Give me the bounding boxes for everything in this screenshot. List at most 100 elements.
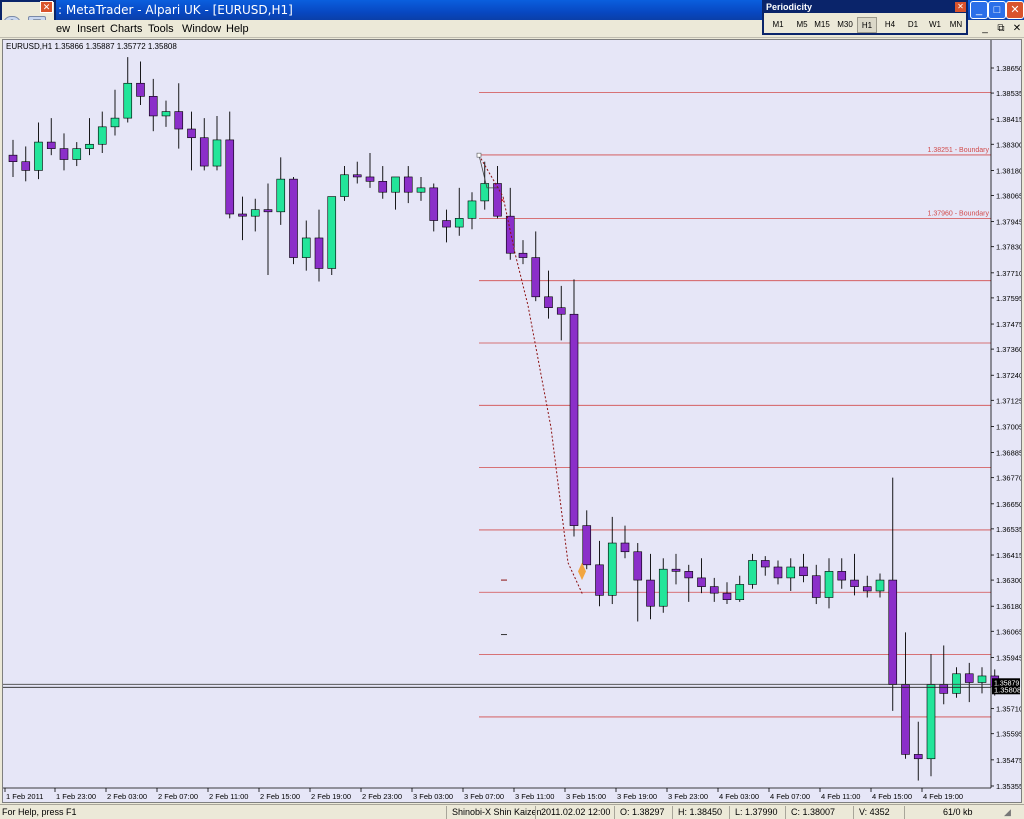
- bear-candle[interactable]: [544, 296, 553, 308]
- bull-candle[interactable]: [212, 139, 222, 167]
- bull-candle[interactable]: [952, 673, 961, 694]
- bull-candle[interactable]: [480, 183, 490, 202]
- bull-candle[interactable]: [926, 684, 936, 760]
- resize-grip-icon[interactable]: ◢: [1004, 807, 1011, 818]
- menu-charts[interactable]: Charts: [110, 23, 142, 35]
- chart-restore-icon[interactable]: ⧉: [994, 22, 1008, 36]
- chart-window[interactable]: EURUSD,H1 1.35866 1.35887 1.35772 1.3580…: [2, 39, 1022, 803]
- bear-candle[interactable]: [773, 566, 783, 579]
- bear-candle[interactable]: [799, 566, 808, 577]
- bear-candle[interactable]: [238, 213, 247, 217]
- menu-help[interactable]: Help: [226, 23, 249, 35]
- chart-minimize-icon[interactable]: _: [978, 22, 992, 36]
- bull-candle[interactable]: [161, 111, 171, 117]
- bear-candle[interactable]: [684, 571, 694, 579]
- bear-candle[interactable]: [582, 525, 592, 566]
- chart-close-icon[interactable]: ✕: [1010, 22, 1024, 36]
- close-button[interactable]: ✕: [1006, 1, 1024, 19]
- bear-candle[interactable]: [403, 176, 413, 193]
- bull-candle[interactable]: [340, 174, 349, 197]
- bull-candle[interactable]: [34, 141, 43, 171]
- bull-candle[interactable]: [824, 571, 834, 598]
- period-button-m15[interactable]: M15: [811, 17, 833, 33]
- bull-candle[interactable]: [301, 237, 311, 258]
- period-button-m30[interactable]: M30: [834, 17, 856, 33]
- menu-view[interactable]: ew: [56, 23, 70, 35]
- bear-candle[interactable]: [811, 575, 821, 598]
- bull-candle[interactable]: [72, 148, 82, 160]
- bull-candle[interactable]: [97, 126, 107, 145]
- price-chart[interactable]: EURUSD,H1 1.35866 1.35887 1.35772 1.3580…: [3, 40, 1021, 802]
- bear-candle[interactable]: [620, 542, 630, 553]
- bear-candle[interactable]: [46, 141, 56, 149]
- menu-insert[interactable]: Insert: [77, 23, 105, 35]
- bear-candle[interactable]: [174, 111, 184, 130]
- bull-candle[interactable]: [977, 675, 987, 683]
- bear-candle[interactable]: [225, 139, 235, 215]
- bear-candle[interactable]: [365, 176, 375, 182]
- period-button-d1[interactable]: D1: [903, 17, 923, 33]
- bear-candle[interactable]: [429, 187, 439, 221]
- bear-candle[interactable]: [531, 257, 541, 298]
- bear-candle[interactable]: [352, 174, 362, 178]
- bear-candle[interactable]: [837, 571, 847, 581]
- menu-window[interactable]: Window: [182, 23, 221, 35]
- bear-candle[interactable]: [888, 579, 898, 685]
- bull-candle[interactable]: [748, 560, 757, 585]
- bull-candle[interactable]: [454, 218, 464, 228]
- bear-candle[interactable]: [862, 586, 872, 592]
- bear-candle[interactable]: [187, 128, 196, 139]
- bear-candle[interactable]: [671, 568, 681, 572]
- period-button-mn[interactable]: MN: [946, 17, 966, 33]
- bull-candle[interactable]: [786, 566, 796, 579]
- bull-candle[interactable]: [607, 542, 617, 596]
- bear-candle[interactable]: [850, 579, 859, 587]
- bull-candle[interactable]: [875, 579, 885, 592]
- bull-candle[interactable]: [416, 187, 426, 193]
- bull-candle[interactable]: [391, 176, 400, 193]
- peak-marker[interactable]: [476, 152, 482, 158]
- period-button-h1[interactable]: H1: [857, 17, 877, 33]
- bull-candle[interactable]: [110, 117, 120, 128]
- period-button-h4[interactable]: H4: [880, 17, 900, 33]
- bear-candle[interactable]: [314, 237, 324, 269]
- bear-candle[interactable]: [646, 579, 655, 607]
- bear-candle[interactable]: [901, 684, 910, 755]
- periodicity-close-icon[interactable]: ✕: [955, 2, 966, 12]
- bear-candle[interactable]: [722, 592, 732, 600]
- bear-candle[interactable]: [697, 577, 706, 587]
- maximize-button[interactable]: □: [988, 1, 1006, 19]
- bear-candle[interactable]: [633, 551, 643, 581]
- bull-candle[interactable]: [85, 143, 94, 149]
- bear-candle[interactable]: [59, 148, 69, 160]
- bear-candle[interactable]: [263, 209, 273, 213]
- bear-candle[interactable]: [136, 82, 145, 97]
- bull-candle[interactable]: [327, 196, 337, 269]
- bear-candle[interactable]: [939, 684, 949, 694]
- bear-candle[interactable]: [148, 96, 158, 117]
- minimize-button[interactable]: _: [970, 1, 988, 19]
- period-button-w1[interactable]: W1: [926, 17, 944, 33]
- period-button-m5[interactable]: M5: [792, 17, 812, 33]
- bull-candle[interactable]: [735, 584, 745, 600]
- bull-candle[interactable]: [123, 82, 133, 119]
- bear-candle[interactable]: [913, 754, 923, 760]
- bear-candle[interactable]: [8, 154, 18, 162]
- bear-candle[interactable]: [709, 586, 719, 594]
- bear-candle[interactable]: [505, 215, 515, 254]
- bull-candle[interactable]: [467, 200, 477, 219]
- bear-candle[interactable]: [964, 673, 974, 683]
- bear-candle[interactable]: [760, 560, 770, 568]
- bear-candle[interactable]: [556, 307, 566, 315]
- bull-candle[interactable]: [658, 568, 668, 607]
- bear-candle[interactable]: [289, 178, 298, 258]
- bear-candle[interactable]: [378, 181, 388, 193]
- bull-candle[interactable]: [276, 178, 286, 213]
- bear-candle[interactable]: [569, 313, 579, 526]
- bear-candle[interactable]: [199, 137, 209, 167]
- bear-candle[interactable]: [21, 161, 31, 171]
- bear-candle[interactable]: [442, 220, 451, 228]
- period-button-m1[interactable]: M1: [768, 17, 788, 33]
- bull-candle[interactable]: [250, 209, 260, 217]
- bear-candle[interactable]: [518, 252, 528, 258]
